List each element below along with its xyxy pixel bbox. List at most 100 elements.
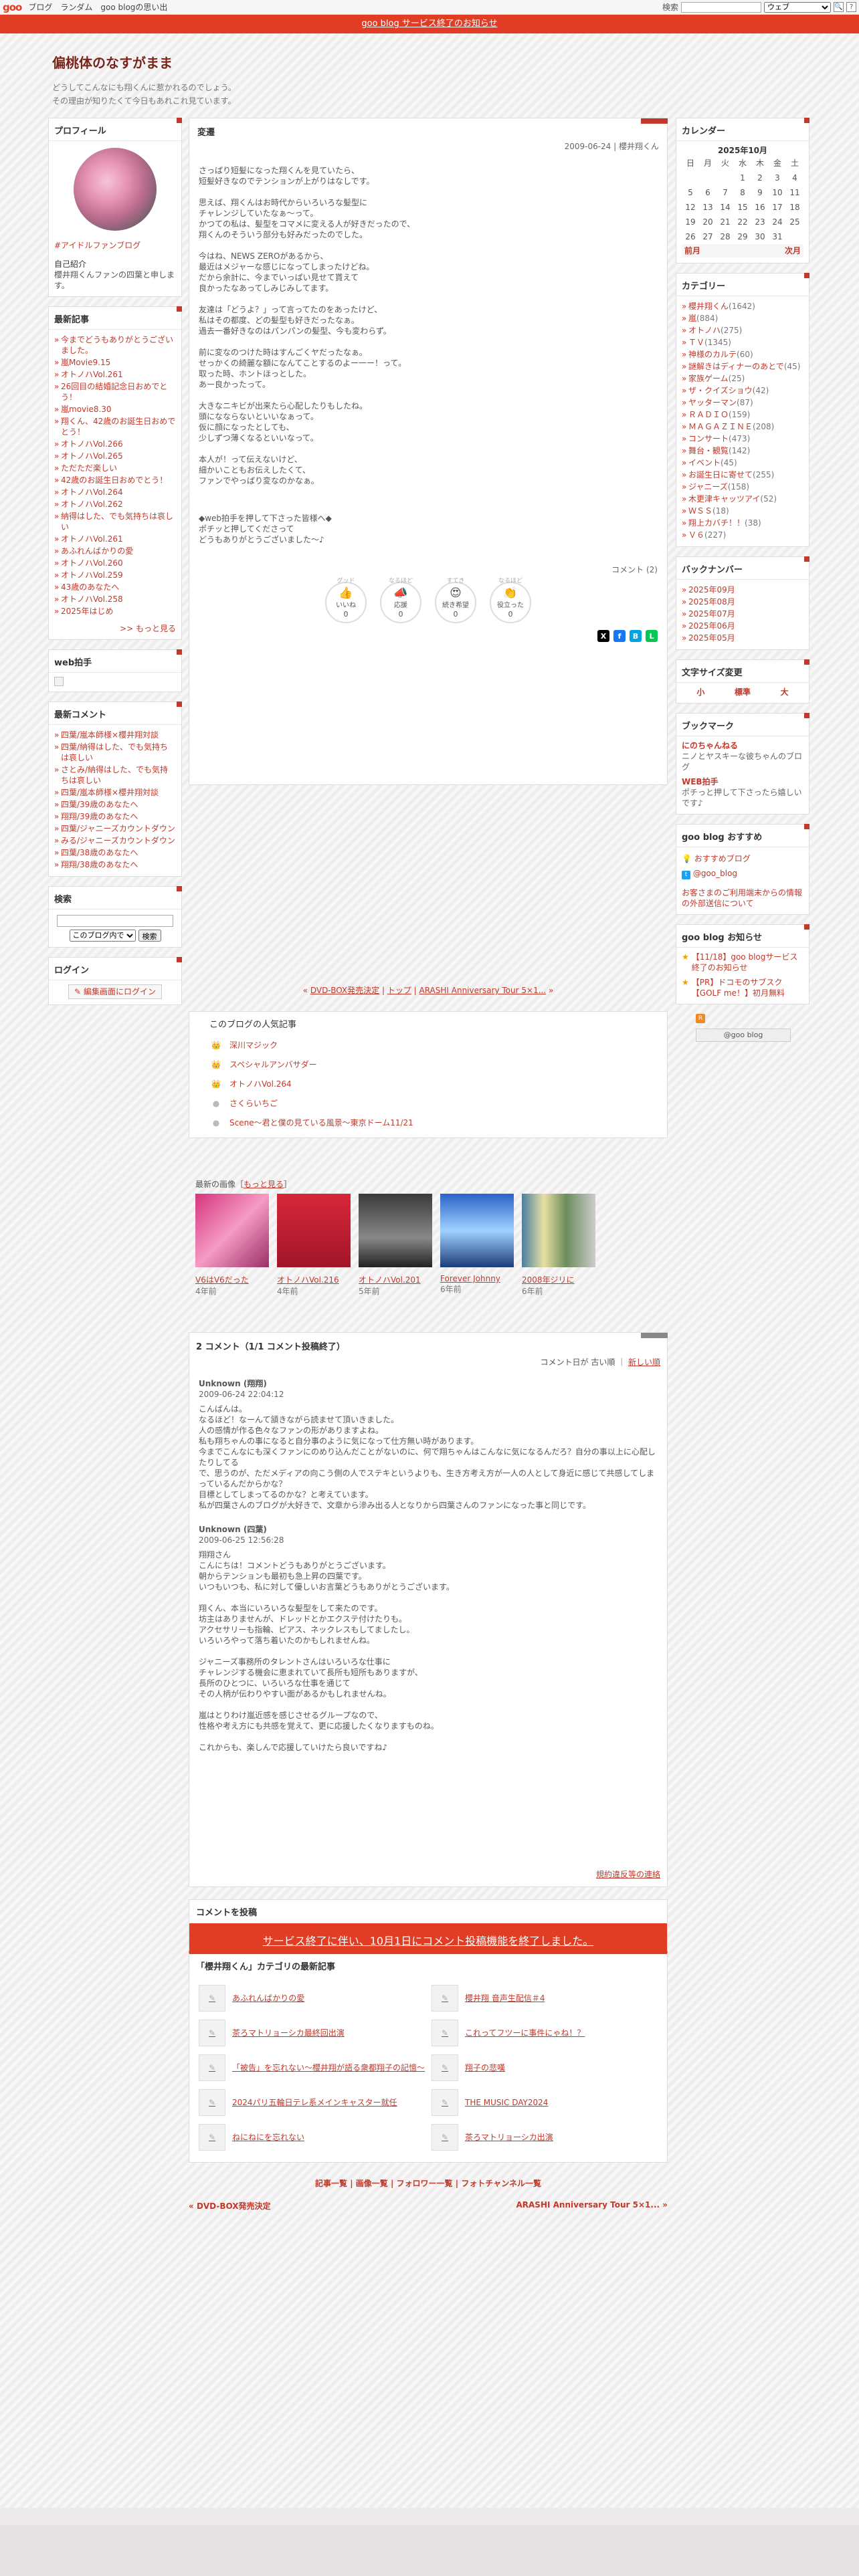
popular-link[interactable]: オトノハVol.264 bbox=[229, 1078, 292, 1089]
backnumber-link[interactable]: 2025年08月 bbox=[688, 597, 735, 607]
pager-top[interactable]: トップ bbox=[387, 986, 411, 995]
popular-item[interactable]: ● さくらいちご bbox=[189, 1093, 667, 1113]
recent-post-item[interactable]: 嵐movie8.30 bbox=[54, 403, 176, 415]
textsize-small[interactable]: 小 bbox=[696, 687, 704, 697]
gnav-link-random[interactable]: ランダム bbox=[60, 1, 92, 13]
nav-entries[interactable]: 記事一覧 bbox=[315, 2179, 347, 2188]
blog-search-scope[interactable]: このブログ内で bbox=[69, 930, 136, 942]
popular-link[interactable]: 深川マジック bbox=[229, 1039, 278, 1051]
service-end-link[interactable]: goo blog サービス終了のお知らせ bbox=[361, 19, 497, 29]
category-latest-item[interactable]: ✎ THE MUSIC DAY2024 bbox=[432, 2088, 658, 2117]
recent-comment-item[interactable]: 四葉/嵐本師様×櫻井翔対談 bbox=[54, 786, 176, 798]
facebook-share-icon[interactable]: f bbox=[613, 630, 626, 642]
recent-comment-link[interactable]: 四葉/嵐本師様×櫻井翔対談 bbox=[61, 730, 159, 740]
recent-post-link[interactable]: 26回目の結婚記念日おめでとう！ bbox=[61, 382, 167, 402]
category-link[interactable]: ＴＶ bbox=[688, 338, 704, 347]
category-latest-item[interactable]: ✎ 茶ろマトリョーシカ出演 bbox=[432, 2123, 658, 2151]
category-link[interactable]: ＭＡＧＡＺＩＮＥ bbox=[688, 422, 753, 431]
thumbnail-caption[interactable]: Forever Johnny bbox=[440, 1274, 514, 1283]
category-link[interactable]: ジャニーズ bbox=[688, 482, 728, 492]
recent-post-item[interactable]: オトノハVol.261 bbox=[54, 533, 176, 545]
backnumber-link[interactable]: 2025年07月 bbox=[688, 609, 735, 619]
category-item[interactable]: 家族ゲーム(25) bbox=[682, 372, 803, 385]
category-link[interactable]: ザ・クイズショウ bbox=[688, 386, 753, 395]
bottom-next[interactable]: ARASHI Anniversary Tour 5×1... » bbox=[516, 2200, 668, 2212]
category-link[interactable]: コンサート bbox=[688, 434, 729, 443]
category-link[interactable]: 舞台・観覧 bbox=[688, 446, 729, 455]
category-link[interactable]: 家族ゲーム bbox=[688, 374, 729, 383]
category-link[interactable]: 櫻井翔くん bbox=[688, 302, 729, 311]
category-latest-link[interactable]: これってフツーに事件にゃね！？ bbox=[465, 2028, 585, 2038]
popular-item[interactable]: 👑 オトノハVol.264 bbox=[189, 1074, 667, 1093]
gnav-search-scope[interactable]: ウェブ bbox=[764, 1, 831, 13]
recent-post-link[interactable]: オトノハVol.258 bbox=[61, 595, 123, 604]
recent-post-item[interactable]: 43歳のあなたへ bbox=[54, 581, 176, 593]
pager-prev[interactable]: DVD-BOX発売決定 bbox=[310, 986, 379, 995]
recent-post-item[interactable]: オトノハVol.260 bbox=[54, 557, 176, 569]
category-item[interactable]: ジャニーズ(158) bbox=[682, 481, 803, 493]
backnumber-item[interactable]: 2025年09月 bbox=[682, 584, 803, 596]
bottom-prev[interactable]: « DVD-BOX発売決定 bbox=[189, 2200, 271, 2212]
recent-post-item[interactable]: あふれんばかりの愛 bbox=[54, 545, 176, 557]
thumbnail-item[interactable]: 2008年ジリに 6年前 bbox=[522, 1194, 595, 1297]
thumbnail-image[interactable] bbox=[195, 1194, 269, 1267]
recent-comment-item[interactable]: 四葉/ジャニーズカウントダウン bbox=[54, 823, 176, 835]
pager-next[interactable]: ARASHI Anniversary Tour 5×1... bbox=[419, 986, 547, 995]
category-latest-item[interactable]: ✎ 翔子の悲嘆 bbox=[432, 2054, 658, 2082]
blog-title[interactable]: 偏桃体のなすがまま bbox=[52, 52, 236, 72]
recent-more-link[interactable]: >> もっと見る bbox=[49, 623, 181, 639]
sort-old[interactable]: コメント日が 古い順 bbox=[541, 1358, 615, 1367]
recent-post-item[interactable]: オトノハVol.266 bbox=[54, 438, 176, 450]
category-item[interactable]: ＭＡＧＡＺＩＮＥ(208) bbox=[682, 421, 803, 433]
category-latest-item[interactable]: ✎ これってフツーに事件にゃね！？ bbox=[432, 2019, 658, 2047]
popular-item[interactable]: 👑 深川マジック bbox=[189, 1035, 667, 1055]
recent-post-item[interactable]: 26回目の結婚記念日おめでとう！ bbox=[54, 381, 176, 403]
category-latest-item[interactable]: ✎ 2024パリ五輪日テレ系メインキャスター就任 bbox=[199, 2088, 425, 2117]
category-item[interactable]: コンサート(473) bbox=[682, 433, 803, 445]
recent-comment-item[interactable]: 四葉/39歳のあなたへ bbox=[54, 798, 176, 811]
category-latest-link[interactable]: 櫻井翔 音声生配信＃4 bbox=[465, 1993, 545, 2004]
recent-comment-link[interactable]: 四葉/ジャニーズカウントダウン bbox=[61, 824, 175, 833]
backnumber-link[interactable]: 2025年05月 bbox=[688, 633, 735, 643]
gnav-search-input[interactable] bbox=[681, 1, 761, 13]
calendar-prev[interactable]: 前月 bbox=[684, 245, 700, 256]
x-share-icon[interactable]: X bbox=[597, 630, 609, 642]
category-link[interactable]: 木更津キャッツアイ bbox=[688, 494, 760, 504]
info-link[interactable]: 【11/18】goo blogサービス終了のお知らせ bbox=[692, 952, 803, 973]
reaction-button[interactable]: なるほど 👏 役立った 0 bbox=[490, 578, 531, 623]
recent-post-link[interactable]: オトノハVol.266 bbox=[61, 439, 123, 449]
category-link[interactable]: ＲＡＤＩＯ bbox=[688, 410, 729, 419]
category-item[interactable]: オトノハ(275) bbox=[682, 324, 803, 336]
nav-followers[interactable]: フォロワー一覧 bbox=[397, 2179, 453, 2188]
goo-logo[interactable]: goo bbox=[3, 1, 22, 13]
category-item[interactable]: 櫻井翔くん(1642) bbox=[682, 300, 803, 312]
backnumber-item[interactable]: 2025年07月 bbox=[682, 608, 803, 620]
recent-comment-link[interactable]: さとみ/納得はした、でも気持ちは哀しい bbox=[61, 765, 168, 785]
reaction-button[interactable]: なるほど 📣 応援 0 bbox=[380, 578, 421, 623]
popular-item[interactable]: ● Scene〜君と僕の見ている風景〜東京ドーム11/21 bbox=[189, 1113, 667, 1132]
recent-comment-link[interactable]: 四葉/39歳のあなたへ bbox=[61, 800, 138, 809]
backnumber-item[interactable]: 2025年05月 bbox=[682, 632, 803, 644]
search-icon[interactable]: 🔍 bbox=[834, 2, 844, 12]
category-link[interactable]: お誕生日に寄せて bbox=[688, 470, 753, 479]
web-clap-image[interactable] bbox=[54, 677, 64, 686]
thumbnail-item[interactable]: Forever Johnny 6年前 bbox=[440, 1194, 514, 1297]
recent-post-item[interactable]: オトノハVol.265 bbox=[54, 450, 176, 462]
comment-count-link[interactable]: コメント (2) bbox=[189, 564, 667, 575]
recent-post-item[interactable]: オトノハVol.258 bbox=[54, 593, 176, 605]
reaction-button[interactable]: グッド 👍 いいね 0 bbox=[325, 578, 367, 623]
recent-post-link[interactable]: 嵐Movie9.15 bbox=[61, 358, 110, 367]
bookmark-name[interactable]: にのちゃんねる bbox=[682, 740, 803, 751]
category-item[interactable]: 舞台・観覧(142) bbox=[682, 445, 803, 457]
latest-images-more[interactable]: もっと見る bbox=[244, 1180, 284, 1189]
backnumber-link[interactable]: 2025年06月 bbox=[688, 621, 735, 631]
category-latest-link[interactable]: THE MUSIC DAY2024 bbox=[465, 2097, 548, 2108]
recent-post-link[interactable]: 嵐movie8.30 bbox=[61, 405, 112, 414]
recent-post-link[interactable]: 翔くん、42歳のお誕生日おめでとう！ bbox=[61, 417, 175, 437]
recent-comment-item[interactable]: さとみ/納得はした、でも気持ちは哀しい bbox=[54, 764, 176, 786]
recent-post-link[interactable]: オトノハVol.264 bbox=[61, 488, 123, 497]
blog-search-button[interactable]: 検索 bbox=[138, 930, 161, 942]
profile-link[interactable]: #アイドルファンブログ bbox=[54, 240, 176, 251]
blog-search-input[interactable] bbox=[57, 915, 173, 927]
recent-post-item[interactable]: 2025年はじめ bbox=[54, 605, 176, 617]
